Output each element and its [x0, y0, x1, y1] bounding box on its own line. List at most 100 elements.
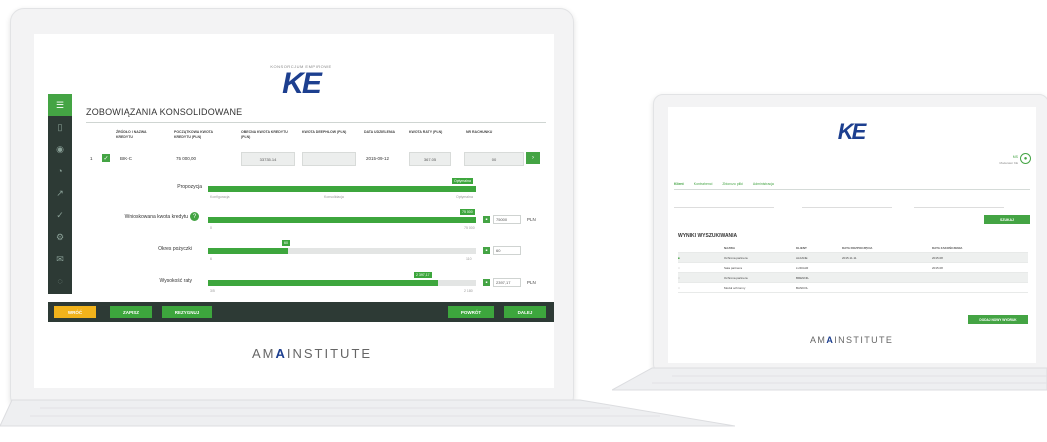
- sidebar-mail-icon[interactable]: ✉: [48, 248, 72, 270]
- filter-field-1[interactable]: [674, 201, 774, 208]
- search-button[interactable]: SZUKAJ: [984, 215, 1030, 224]
- slider-proposal-bubble: Optymalna: [452, 178, 473, 184]
- sidebar-globe-icon[interactable]: ◌: [48, 270, 72, 292]
- slider-period-fill: [208, 248, 289, 254]
- row-select-checkbox[interactable]: ■: [678, 256, 724, 260]
- tab-contractors[interactable]: Kontrahenci: [694, 182, 713, 186]
- row-add-button[interactable]: ›: [526, 152, 540, 164]
- slider-amount-min: 0: [210, 226, 212, 230]
- col-header-deephlow: KWOTA DEEPHLOW (PLN): [302, 130, 347, 134]
- slider-period-track[interactable]: [208, 248, 476, 254]
- row-current-amount[interactable]: 33735.14: [241, 152, 295, 166]
- col-header-date: DATA UDZIELENIA: [364, 130, 396, 134]
- row-deephlow-input[interactable]: [302, 152, 356, 166]
- installment-unit: PLN: [527, 280, 536, 285]
- results-header-row: NAZWA KLIENT DATA ROZPOCZĘCIA DATA ZAKOŃ…: [678, 243, 1028, 253]
- tab-admin[interactable]: Administracja: [753, 182, 774, 186]
- sidebar-document-icon[interactable]: ▯: [48, 116, 72, 138]
- ama-institute-logo-small: AMAINSTITUTE: [810, 335, 894, 345]
- sidebar-menu-icon[interactable]: ☰: [48, 94, 72, 116]
- col-header-current: OBECNA KWOTA KREDYTU (PLN): [241, 130, 288, 139]
- row-checkbox[interactable]: ✓: [102, 154, 110, 162]
- amount-unit: PLN: [527, 217, 536, 222]
- row-select-checkbox[interactable]: □: [678, 266, 724, 270]
- user-name: Moderator KE: [999, 161, 1018, 165]
- save-button[interactable]: ZAPISZ: [110, 306, 152, 318]
- slider-installment-min: 3/5: [210, 289, 215, 293]
- slider-proposal-min: Konfiguracja: [210, 195, 230, 199]
- amount-input[interactable]: 75000: [493, 215, 521, 224]
- slider-period-label: Okres pożyczki: [158, 246, 192, 252]
- tab-files[interactable]: Zbiorczo pliki: [722, 182, 742, 186]
- return-button[interactable]: POWRÓT: [448, 306, 494, 318]
- filter-field-2[interactable]: [802, 201, 892, 208]
- laptop-left-keyboard-base: [0, 399, 735, 427]
- slider-amount-bubble: 75 000: [460, 209, 475, 215]
- slider-amount-label: Wnioskowana kwota kredytu: [124, 214, 188, 220]
- next-button[interactable]: DALEJ: [504, 306, 546, 318]
- tab-client[interactable]: Klient: [674, 182, 684, 186]
- slider-period-min: 6: [210, 257, 212, 261]
- slider-installment-max: 2 180: [464, 289, 473, 293]
- ke-logo-small: KE: [837, 119, 867, 144]
- slider-proposal-mid: Konsolidacja: [324, 195, 344, 199]
- col-header-initial: POCZĄTKOWA KWOTA KREDYTU (PLN): [174, 130, 213, 139]
- installment-input[interactable]: 2397,17: [493, 278, 521, 287]
- tab-bar: Klient Kontrahenci Zbiorczo pliki Admini…: [674, 179, 1030, 190]
- back-button[interactable]: WRÓĆ: [54, 306, 96, 318]
- slider-proposal-track[interactable]: [208, 186, 476, 192]
- table-row[interactable]: ■ Ochrona partnera ALFANE 2015.11.11 201…: [678, 253, 1028, 263]
- slider-installment-bubble: 2 397,17: [414, 272, 432, 278]
- row-name: BIK-C: [120, 156, 133, 161]
- sidebar-chart-icon[interactable]: ↗: [48, 182, 72, 204]
- results-table: NAZWA KLIENT DATA ROZPOCZĘCIA DATA ZAKOŃ…: [678, 243, 1028, 293]
- slider-proposal-fill: [208, 186, 476, 192]
- page-title: ZOBOWIĄZANIA KONSOLIDOWANE: [86, 107, 243, 117]
- slider-amount-max: 75 000: [464, 226, 475, 230]
- slider-proposal-max: Optymalna: [456, 195, 473, 199]
- col-header-account: NR RACHUNKU: [466, 130, 493, 134]
- col-header-source: ŹRÓDŁO I NAZWA KREDYTU: [116, 130, 147, 139]
- sidebar-pie-icon[interactable]: ◔: [48, 160, 72, 182]
- table-row[interactable]: □ Ochrona partnera BRENNIL: [678, 273, 1028, 283]
- slider-installment-track[interactable]: [208, 280, 476, 286]
- slider-amount-fill: [208, 217, 476, 223]
- row-installment[interactable]: 367.05: [409, 152, 451, 166]
- resign-button[interactable]: REZYGNUJ: [162, 306, 212, 318]
- row-initial-amount: 75 000,00: [176, 156, 197, 161]
- table-row[interactable]: □ Sala partnera LUDUAR 2015.08: [678, 263, 1028, 273]
- slider-installment-fill: [208, 280, 439, 286]
- filter-field-3[interactable]: [914, 201, 1004, 208]
- period-input[interactable]: 60: [493, 246, 521, 255]
- ama-institute-logo: AMAINSTITUTE: [252, 346, 373, 361]
- help-icon[interactable]: ?: [190, 212, 199, 221]
- ke-logo: KONSORCJUM EMPIROWE KE: [270, 64, 332, 100]
- row-index: 1: [90, 156, 93, 161]
- row-account[interactable]: 00: [464, 152, 524, 166]
- amount-lock-icon[interactable]: ▪: [483, 216, 490, 223]
- installment-lock-icon[interactable]: ▪: [483, 279, 490, 286]
- user-initials: MS: [1012, 155, 1018, 159]
- table-row[interactable]: □ Moduł ochronny BANKOL: [678, 283, 1028, 293]
- laptop-right-screen: KE MS Moderator KE ● Klient Kontrahenci …: [668, 107, 1036, 363]
- sidebar-settings-icon[interactable]: ⚙: [48, 226, 72, 248]
- add-new-print-button[interactable]: DODAJ NOWY WYDRUK: [968, 315, 1028, 324]
- slider-period-bubble: 60: [282, 240, 290, 246]
- slider-amount-track[interactable]: [208, 217, 476, 223]
- period-lock-icon[interactable]: ▪: [483, 247, 490, 254]
- slider-proposal-label: Propozycja: [177, 184, 202, 190]
- col-header-installment: KWOTA RATY (PLN): [409, 130, 443, 134]
- row-date: 2015-09-12: [366, 156, 390, 161]
- row-select-checkbox[interactable]: □: [678, 286, 724, 290]
- sidebar: ☰ ▯ ◉ ◔ ↗ ✓ ⚙ ✉ ◌: [48, 94, 72, 294]
- title-divider: [86, 122, 546, 123]
- sidebar-eye-icon[interactable]: ◉: [48, 138, 72, 160]
- user-avatar-icon[interactable]: ●: [1020, 153, 1031, 164]
- slider-period-max: 110: [466, 257, 472, 261]
- laptop-left-screen: KONSORCJUM EMPIROWE KE ☰ ▯ ◉ ◔ ↗ ✓ ⚙ ✉ ◌…: [34, 34, 554, 388]
- row-select-checkbox[interactable]: □: [678, 276, 724, 280]
- bottom-action-bar: WRÓĆ ZAPISZ REZYGNUJ POWRÓT DALEJ: [48, 302, 554, 322]
- results-title: WYNIKI WYSZUKIWANIA: [678, 233, 738, 239]
- laptop-right-keyboard-base: [612, 367, 1047, 391]
- slider-installment-label: Wysokość raty: [159, 278, 192, 284]
